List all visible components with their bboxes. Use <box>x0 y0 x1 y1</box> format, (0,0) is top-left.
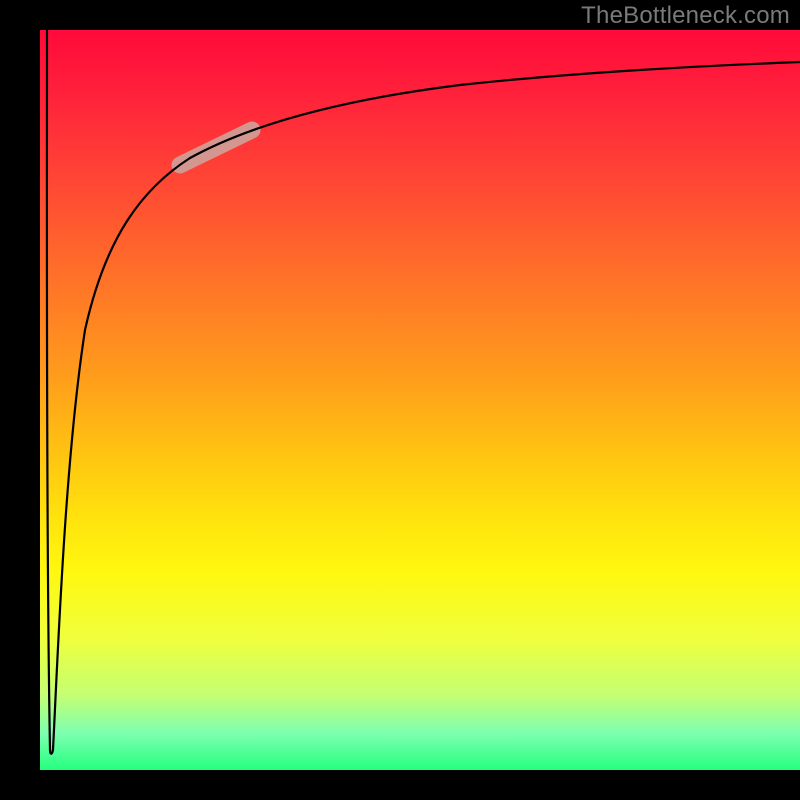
chart-stage: TheBottleneck.com <box>0 0 800 800</box>
plot-gradient-background <box>40 30 800 770</box>
attribution-label: TheBottleneck.com <box>581 2 790 30</box>
